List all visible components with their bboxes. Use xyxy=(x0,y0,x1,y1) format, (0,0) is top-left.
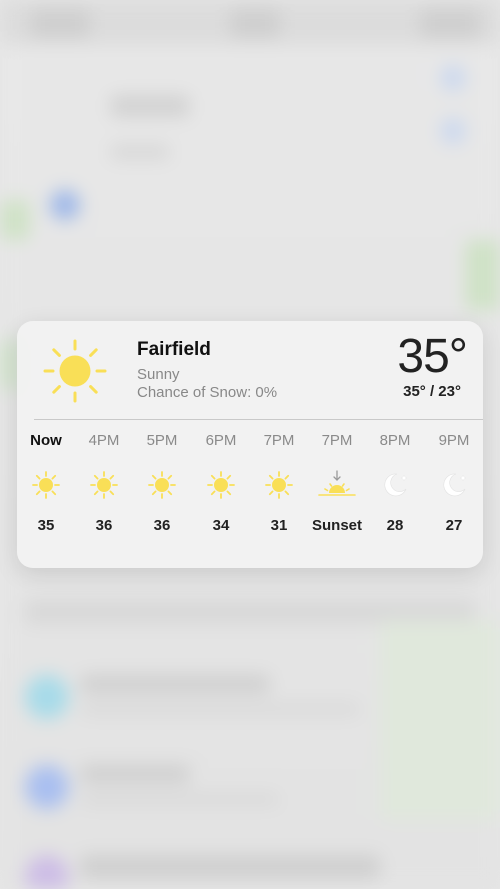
sun-icon xyxy=(133,469,191,501)
city-name: Fairfield xyxy=(137,339,211,360)
hour-label: 5PM xyxy=(146,432,178,449)
moon-icon xyxy=(366,469,424,501)
hour-label: 9PM xyxy=(438,432,470,449)
sunset-icon xyxy=(308,469,366,501)
hour-temperature: 34 xyxy=(212,517,230,534)
precipitation-chance: Chance of Snow: 0% xyxy=(137,384,278,401)
hour-temperature: 36 xyxy=(95,517,113,534)
sun-icon xyxy=(17,469,75,501)
hourly-forecast: Now 35 4PM 36 5PM 36 6PM 34 7PM 31 7PM Sunset 8PM 28 9… xyxy=(17,431,483,561)
hour-label: 7PM xyxy=(263,432,295,449)
sun-icon xyxy=(192,469,250,501)
hourly-item: 6PM 34 xyxy=(192,431,250,536)
sun-icon xyxy=(41,337,109,405)
condition-text: Sunny xyxy=(137,366,180,383)
hour-label: 4PM xyxy=(88,432,120,449)
hour-temperature: 36 xyxy=(153,517,171,534)
hour-temperature: 31 xyxy=(270,517,288,534)
hourly-item: 9PM 27 xyxy=(425,431,483,536)
hourly-item: 8PM 28 xyxy=(366,431,424,536)
high-low-temperature: 35° / 23° xyxy=(403,383,461,400)
hour-label: 7PM xyxy=(321,432,353,449)
divider xyxy=(34,419,483,420)
hour-temperature: 27 xyxy=(445,517,463,534)
sun-icon xyxy=(250,469,308,501)
moon-icon xyxy=(425,469,483,501)
hourly-item: 5PM 36 xyxy=(133,431,191,536)
sun-icon xyxy=(75,469,133,501)
hourly-item: Now 35 xyxy=(17,431,75,536)
hourly-item: 7PM Sunset xyxy=(308,431,366,536)
hourly-item: 4PM 36 xyxy=(75,431,133,536)
hour-temperature: 35 xyxy=(37,517,55,534)
hour-label: Now xyxy=(30,432,62,449)
hourly-item: 7PM 31 xyxy=(250,431,308,536)
hour-temperature: Sunset xyxy=(311,517,362,534)
hour-temperature: 28 xyxy=(386,517,404,534)
current-temperature: 35° xyxy=(397,330,468,383)
weather-widget[interactable]: Fairfield Sunny Chance of Snow: 0% 35° 3… xyxy=(17,321,483,568)
hour-label: 6PM xyxy=(205,432,237,449)
hour-label: 8PM xyxy=(379,432,411,449)
